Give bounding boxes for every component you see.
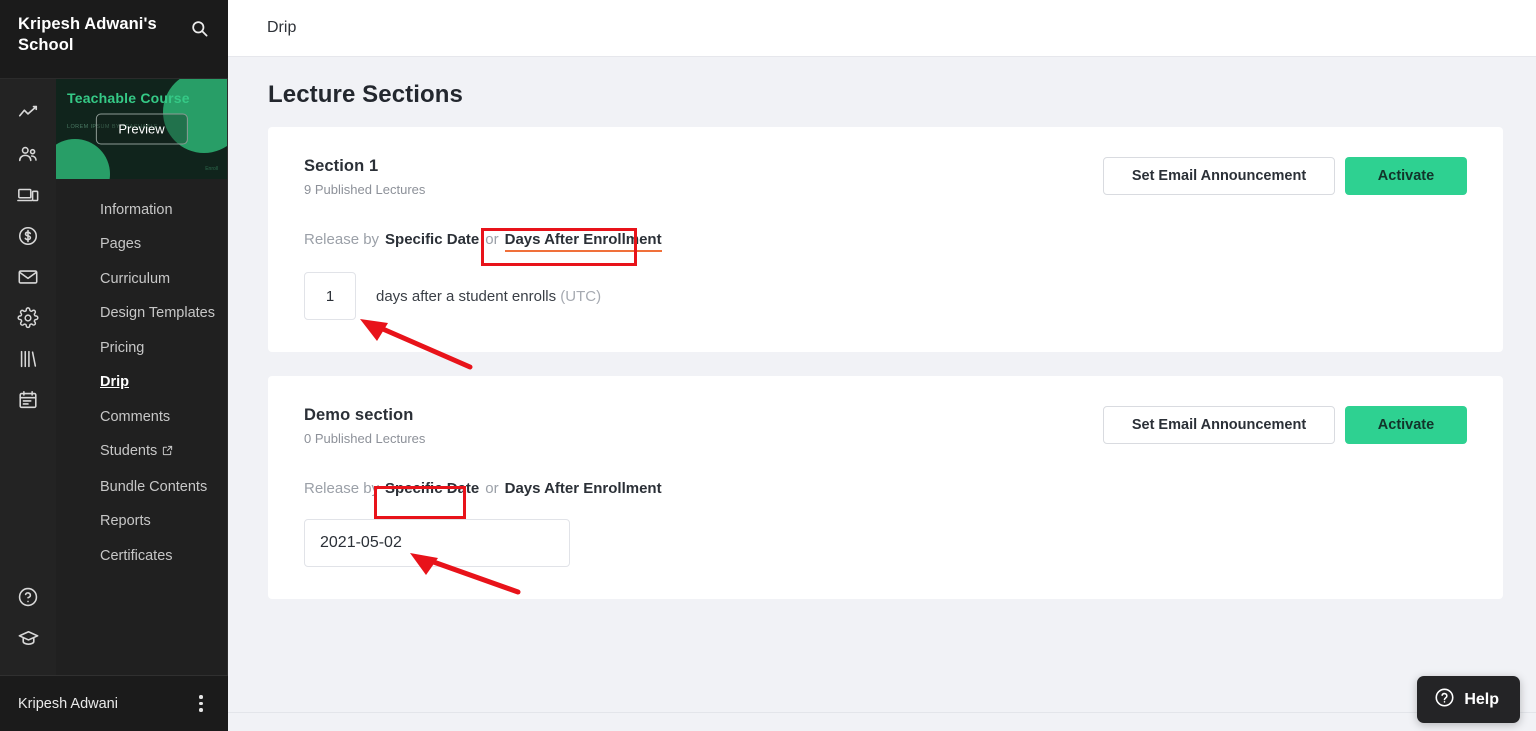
library-icon[interactable]	[8, 339, 48, 379]
section-actions: Set Email Announcement Activate	[1103, 157, 1467, 195]
specific-date-input[interactable]	[304, 519, 570, 567]
external-link-icon	[162, 441, 173, 463]
sidebar-nav-list: Information Pages Curriculum Design Temp…	[56, 179, 227, 583]
section-lecture-count: 9 Published Lectures	[304, 182, 426, 197]
section-info: Section 1 9 Published Lectures	[304, 157, 1103, 197]
timezone-label: (UTC)	[560, 287, 602, 305]
set-email-announcement-button[interactable]: Set Email Announcement	[1103, 157, 1335, 195]
sidebar-item-label: Curriculum	[100, 270, 171, 287]
sidebar-item-comments[interactable]: Comments	[56, 400, 227, 434]
content-divider	[228, 712, 1536, 713]
set-email-announcement-button[interactable]: Set Email Announcement	[1103, 406, 1335, 444]
sidebar-item-students[interactable]: Students	[56, 434, 227, 469]
users-icon[interactable]	[8, 134, 48, 174]
nav-column: Teachable Course LOREM IPSUM BY TEACHABL…	[56, 79, 228, 675]
section-card-header: Section 1 9 Published Lectures Set Email…	[304, 157, 1467, 197]
release-by-label: Release by	[304, 480, 380, 497]
sidebar-item-label: Design Templates	[100, 305, 215, 322]
sidebar-item-reports[interactable]: Reports	[56, 504, 227, 538]
sidebar-item-label: Students	[100, 443, 158, 460]
days-after-field-row: days after a student enrolls (UTC)	[304, 272, 1467, 320]
section-info: Demo section 0 Published Lectures	[304, 406, 1103, 446]
sidebar-item-bundle-contents[interactable]: Bundle Contents	[56, 470, 227, 504]
tab-days-after-enrollment[interactable]: Days After Enrollment	[505, 480, 662, 499]
topbar-title: Drip	[267, 19, 297, 36]
tab-days-after-enrollment[interactable]: Days After Enrollment	[504, 231, 662, 252]
sidebar-item-label: Comments	[100, 408, 171, 425]
kebab-menu-icon[interactable]	[188, 691, 214, 717]
help-widget-label: Help	[1464, 690, 1499, 708]
course-thumbnail[interactable]: Teachable Course LOREM IPSUM BY TEACHABL…	[56, 79, 227, 179]
section-title: Section 1	[304, 157, 379, 175]
thumbnail-title: Teachable Course	[67, 90, 190, 106]
rail-bottom-group	[8, 577, 48, 675]
email-icon[interactable]	[8, 257, 48, 297]
release-or-label: or	[485, 231, 499, 248]
sidebar-item-label: Pages	[100, 236, 142, 253]
activate-button[interactable]: Activate	[1345, 406, 1467, 444]
help-widget[interactable]: Help	[1417, 676, 1520, 723]
sales-icon[interactable]	[8, 216, 48, 256]
section-actions: Set Email Announcement Activate	[1103, 406, 1467, 444]
days-after-field-label: days after a student enrolls (UTC)	[376, 288, 601, 305]
school-header: Kripesh Adwani's School	[0, 0, 228, 79]
section-card-2: Demo section 0 Published Lectures Set Em…	[268, 376, 1503, 599]
activate-button[interactable]: Activate	[1345, 157, 1467, 195]
sidebar-item-label: Certificates	[100, 547, 173, 564]
devices-icon[interactable]	[8, 175, 48, 215]
sidebar-item-curriculum[interactable]: Curriculum	[56, 262, 227, 296]
sidebar-item-label: Bundle Contents	[100, 478, 208, 495]
sidebar-item-label: Drip	[100, 374, 129, 391]
sidebar-item-pages[interactable]: Pages	[56, 227, 227, 261]
release-mode-row: Release by Specific Date or Days After E…	[304, 231, 1467, 252]
sidebar-body: Teachable Course LOREM IPSUM BY TEACHABL…	[0, 79, 228, 675]
days-after-enrollment-input[interactable]	[304, 272, 356, 320]
sidebar-item-label: Reports	[100, 513, 151, 530]
page-content: Lecture Sections Section 1 9 Published L…	[228, 57, 1536, 731]
analytics-icon[interactable]	[8, 93, 48, 133]
sidebar-item-label: Information	[100, 202, 173, 218]
days-after-text: days after a student enrolls	[376, 287, 557, 305]
main-area: Drip Lecture Sections Section 1 9 Publis…	[228, 0, 1536, 731]
sidebar-item-design-templates[interactable]: Design Templates	[56, 296, 227, 330]
settings-icon[interactable]	[8, 298, 48, 338]
sidebar-item-pricing[interactable]: Pricing	[56, 331, 227, 365]
tab-specific-date[interactable]: Specific Date	[385, 480, 479, 499]
section-card-header: Demo section 0 Published Lectures Set Em…	[304, 406, 1467, 446]
sidebar-item-label: Pricing	[100, 339, 145, 356]
help-circle-icon[interactable]	[8, 577, 48, 617]
search-icon[interactable]	[184, 13, 214, 43]
sidebar-item-information[interactable]: Information	[56, 193, 227, 227]
release-by-label: Release by	[304, 231, 380, 248]
release-or-label: or	[485, 480, 499, 497]
preview-button[interactable]: Preview	[95, 113, 188, 145]
page-title: Lecture Sections	[268, 81, 463, 108]
tab-specific-date[interactable]: Specific Date	[385, 231, 479, 250]
question-mark-circle-icon	[1434, 687, 1455, 713]
sidebar-item-drip[interactable]: Drip	[56, 365, 227, 399]
calendar-icon[interactable]	[8, 380, 48, 420]
thumbnail-corner-label: Enroll	[205, 166, 218, 172]
sidebar-footer: Kripesh Adwani	[0, 675, 228, 731]
specific-date-field-row	[304, 519, 1467, 567]
section-lecture-count: 0 Published Lectures	[304, 431, 426, 446]
current-user-name: Kripesh Adwani	[18, 695, 118, 712]
sidebar: Kripesh Adwani's School Teachable Course…	[0, 0, 228, 731]
topbar: Drip	[228, 0, 1536, 57]
sidebar-item-certificates[interactable]: Certificates	[56, 539, 227, 573]
section-title: Demo section	[304, 406, 414, 424]
school-name: Kripesh Adwani's School	[18, 15, 157, 55]
app-root: Kripesh Adwani's School Teachable Course…	[0, 0, 1536, 731]
graduation-cap-icon[interactable]	[8, 618, 48, 658]
release-mode-row: Release by Specific Date or Days After E…	[304, 480, 1467, 499]
icon-rail	[0, 79, 56, 675]
section-card-1: Section 1 9 Published Lectures Set Email…	[268, 127, 1503, 352]
